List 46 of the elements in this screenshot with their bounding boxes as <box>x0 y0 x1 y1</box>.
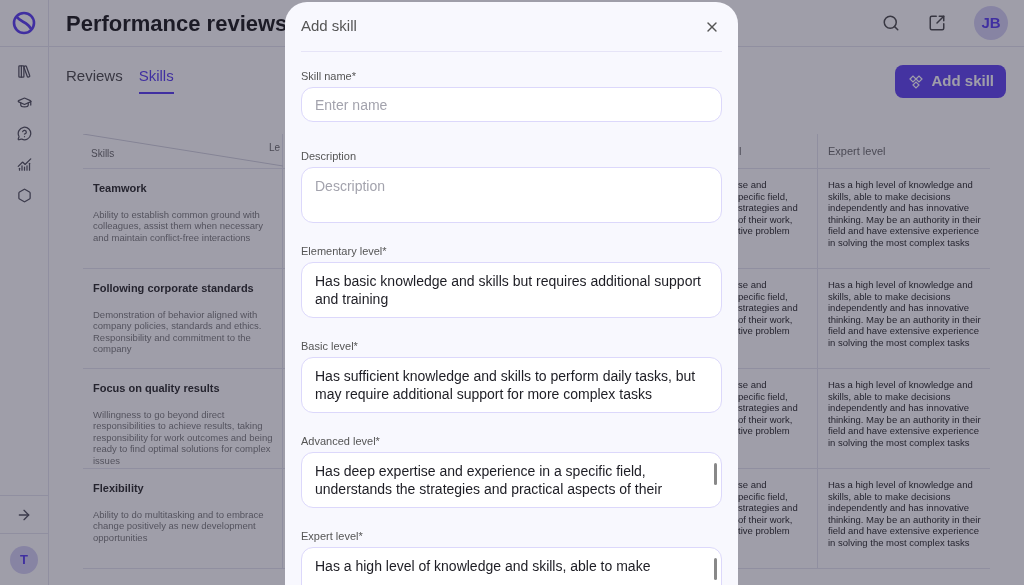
textarea-field[interactable]: Has a high level of knowledge and skills, able to make <box>301 547 722 585</box>
page-title: Performance reviews <box>66 9 288 38</box>
chart-icon[interactable] <box>16 157 32 172</box>
skill-name: Focus on quality results <box>93 381 221 396</box>
scrollbar-thumb-icon[interactable] <box>714 463 717 485</box>
textarea-field[interactable]: Has sufficient knowledge and skills to perform daily tasks, but may require additional support for more complex tasks <box>301 357 722 413</box>
textarea-field[interactable]: Description <box>301 167 722 223</box>
input-field[interactable]: Enter name <box>301 87 722 122</box>
textarea-field[interactable]: Has deep expertise and experience in a specific field, understands the strategies and practical aspects of their <box>301 452 722 508</box>
question-chat-icon[interactable] <box>16 126 32 141</box>
search-icon[interactable] <box>882 14 900 32</box>
field-label: Description <box>301 150 358 163</box>
textarea-field[interactable]: Has basic knowledge and skills but requires additional support and training <box>301 262 722 318</box>
skill-name: Flexibility <box>93 481 145 496</box>
table-cell-text: Has a high level of knowledge and skills, able to make decisions independently and has innovative thinking. May be an authority in their field and have extensive experience in solving the most complex tasks <box>828 379 982 448</box>
books-icon[interactable] <box>16 64 32 79</box>
dialog-title: Add skill <box>301 16 357 37</box>
share-icon[interactable] <box>928 14 946 32</box>
skill-description: Ability to do multitasking and to embrace change positively as new development opportunities <box>93 508 265 543</box>
field-label: Advanced level* <box>301 435 381 448</box>
user-avatar[interactable]: T <box>10 545 38 574</box>
skill-name: Teamwork <box>93 181 148 196</box>
field-label: Elementary level* <box>301 245 388 258</box>
column-header: Expert level <box>828 143 886 159</box>
tab[interactable]: Reviews <box>66 65 123 94</box>
column-header: Skills <box>91 147 115 161</box>
logo-icon[interactable] <box>12 11 36 35</box>
graduation-cap-icon[interactable] <box>16 95 32 110</box>
field-label: Expert level* <box>301 530 364 543</box>
field-label: Basic level* <box>301 340 359 353</box>
table-cell-text: Has a high level of knowledge and skills, able to make decisions independently and has innovative thinking. May be an authority in their field and have extensive experience in solving the most complex tasks <box>828 279 982 348</box>
column-header: l <box>739 143 742 159</box>
table-cell-text: Has a high level of knowledge and skills, able to make decisions independently and has innovative thinking. May be an authority in their field and have extensive experience in solving the most complex tasks <box>828 479 982 548</box>
diagonal-line-icon <box>83 134 283 169</box>
table-cell-text: Has a high level of knowledge and skills, able to make decisions independently and has innovative thinking. May be an authority in their field and have extensive experience in solving the most complex tasks <box>828 179 982 248</box>
skill-description: Ability to establish common ground with colleagues, assist them when necessary and maintain conflict-free interactions <box>93 208 265 243</box>
scrollbar-thumb-icon[interactable] <box>714 558 717 580</box>
column-header: Le <box>269 141 281 155</box>
skill-description: Willingness to go beyond direct responsibilities to achieve results, taking responsibility for work outcomes and being ready to find optimal solutions for complex issues <box>93 408 274 466</box>
skill-name: Following corporate standards <box>93 281 255 296</box>
tab[interactable]: Skills <box>138 65 174 94</box>
field-label: Skill name* <box>301 70 358 83</box>
settings-icon[interactable] <box>16 188 32 203</box>
user-avatar[interactable]: JB <box>974 6 1008 40</box>
add-skill-button[interactable]: Add skill <box>895 65 1006 98</box>
skill-description: Demonstration of behavior aligned with company policies, standards and ethics. Responsibility and commitment to the company <box>93 308 263 355</box>
